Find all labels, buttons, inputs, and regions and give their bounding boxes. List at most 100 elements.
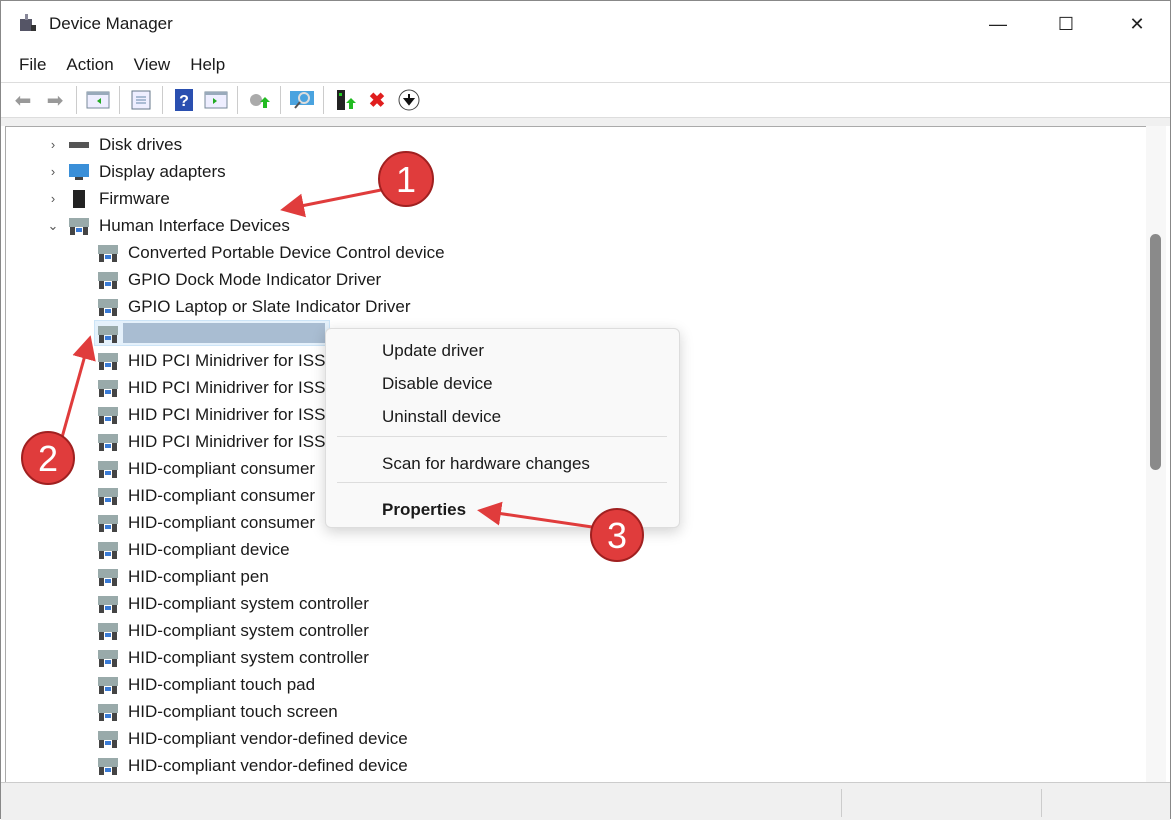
hid-device-icon xyxy=(96,647,120,668)
tree-category-firmware[interactable]: › Firmware xyxy=(6,185,606,212)
device-label: HID-compliant device xyxy=(128,539,290,559)
toolbar-separator xyxy=(323,86,324,114)
device-label: HID PCI Minidriver for ISS xyxy=(128,377,326,397)
tree-category-display-adapters[interactable]: › Display adapters xyxy=(6,158,606,185)
disable-device-icon[interactable] xyxy=(393,85,425,115)
help-icon[interactable]: ? xyxy=(168,85,200,115)
chevron-down-icon[interactable]: ⌄ xyxy=(46,218,60,234)
hid-device-icon xyxy=(96,323,120,344)
context-menu: Update driver Disable device Uninstall d… xyxy=(325,328,680,528)
show-action-pane-icon[interactable] xyxy=(200,85,232,115)
update-driver-icon[interactable] xyxy=(243,85,275,115)
status-bar xyxy=(1,782,1170,820)
properties-icon[interactable] xyxy=(125,85,157,115)
redacted-device-name xyxy=(123,323,325,343)
display-adapter-icon xyxy=(67,161,91,182)
device-label: HID-compliant touch screen xyxy=(128,701,338,721)
hid-device-icon xyxy=(96,728,120,749)
close-button[interactable]: ✕ xyxy=(1114,1,1160,48)
hid-device-icon xyxy=(96,350,120,371)
toolbar-separator xyxy=(76,86,77,114)
device-item[interactable]: GPIO Dock Mode Indicator Driver xyxy=(96,266,381,293)
hid-device-icon xyxy=(96,269,120,290)
device-label: HID PCI Minidriver for ISS xyxy=(128,431,326,451)
toolbar-separator xyxy=(119,86,120,114)
menu-item-uninstall-device[interactable]: Uninstall device xyxy=(382,407,501,427)
chevron-right-icon[interactable]: › xyxy=(46,164,60,179)
device-item[interactable]: HID PCI Minidriver for ISS xyxy=(96,347,325,374)
device-item[interactable]: HID-compliant touch screen xyxy=(96,698,338,725)
hid-device-icon xyxy=(96,377,120,398)
device-label: HID PCI Minidriver for ISS xyxy=(128,404,326,424)
hid-icon xyxy=(67,215,91,236)
back-icon[interactable]: ⬅ xyxy=(7,85,39,115)
hid-device-icon xyxy=(96,674,120,695)
category-label: Human Interface Devices xyxy=(99,215,290,235)
maximize-button[interactable]: ☐ xyxy=(1043,1,1089,48)
device-item[interactable]: HID-compliant pen xyxy=(96,563,269,590)
device-item[interactable]: HID-compliant vendor-defined device xyxy=(96,752,408,779)
category-label: Firmware xyxy=(99,188,170,208)
hid-device-icon xyxy=(96,242,120,263)
menu-file[interactable]: File xyxy=(9,48,56,82)
device-item[interactable]: HID PCI Minidriver for ISS xyxy=(96,374,325,401)
device-item[interactable]: HID PCI Minidriver for ISS xyxy=(96,401,325,428)
device-item[interactable]: HID-compliant vendor-defined device xyxy=(96,725,408,752)
menu-view[interactable]: View xyxy=(124,48,181,82)
show-hide-console-tree-icon[interactable] xyxy=(82,85,114,115)
hid-device-icon xyxy=(96,620,120,641)
device-label: HID-compliant system controller xyxy=(128,647,369,667)
menu-item-scan-hardware[interactable]: Scan for hardware changes xyxy=(382,454,590,474)
hid-device-icon xyxy=(96,755,120,776)
device-item[interactable]: HID-compliant device xyxy=(96,536,290,563)
device-item[interactable]: HID-compliant system controller xyxy=(96,617,369,644)
device-item[interactable]: HID PCI Minidriver for ISS xyxy=(96,428,325,455)
toolbar-separator xyxy=(237,86,238,114)
device-item[interactable]: HID-compliant consumer xyxy=(96,509,315,536)
toolbar-separator xyxy=(162,86,163,114)
hid-device-icon xyxy=(96,566,120,587)
menu-bar: File Action View Help xyxy=(1,48,1170,82)
device-label: Converted Portable Device Control device xyxy=(128,242,445,262)
chevron-right-icon[interactable]: › xyxy=(46,191,60,206)
device-item[interactable]: GPIO Laptop or Slate Indicator Driver xyxy=(96,293,411,320)
disk-drive-icon xyxy=(67,134,91,155)
forward-icon[interactable]: ➡ xyxy=(39,85,71,115)
vertical-scrollbar[interactable] xyxy=(1146,126,1166,782)
minimize-button[interactable]: — xyxy=(975,1,1021,48)
uninstall-device-icon[interactable]: ✖ xyxy=(361,85,393,115)
chevron-right-icon[interactable]: › xyxy=(46,137,60,152)
hid-device-icon xyxy=(96,296,120,317)
menu-item-properties[interactable]: Properties xyxy=(382,500,466,520)
menu-item-disable-device[interactable]: Disable device xyxy=(382,374,493,394)
hid-device-icon xyxy=(96,701,120,722)
device-item[interactable]: HID-compliant touch pad xyxy=(96,671,315,698)
device-item[interactable]: HID-compliant consumer xyxy=(96,482,315,509)
toolbar: ⬅ ➡ ? ✖ xyxy=(1,82,1170,118)
menu-item-update-driver[interactable]: Update driver xyxy=(382,341,484,361)
menu-action[interactable]: Action xyxy=(56,48,123,82)
scan-hardware-icon[interactable] xyxy=(286,85,318,115)
category-label: Display adapters xyxy=(99,161,226,181)
enable-device-icon[interactable] xyxy=(329,85,361,115)
category-label: Disk drives xyxy=(99,134,183,154)
device-item[interactable]: HID-compliant consumer xyxy=(96,455,315,482)
scrollbar-thumb[interactable] xyxy=(1150,234,1161,470)
device-label: HID-compliant pen xyxy=(128,566,269,586)
device-label: HID-compliant touch pad xyxy=(128,674,316,694)
device-item[interactable]: HID-compliant system controller xyxy=(96,644,369,671)
hid-device-icon xyxy=(96,593,120,614)
device-item[interactable]: Converted Portable Device Control device xyxy=(96,239,445,266)
device-item[interactable] xyxy=(96,320,128,347)
tree-category-disk-drives[interactable]: › Disk drives xyxy=(6,131,606,158)
hid-device-icon xyxy=(96,458,120,479)
hid-device-icon xyxy=(96,485,120,506)
hid-device-icon xyxy=(96,512,120,533)
menu-help[interactable]: Help xyxy=(180,48,235,82)
device-manager-app-icon xyxy=(20,14,36,31)
device-item[interactable]: HID-compliant system controller xyxy=(96,590,369,617)
device-label: HID-compliant vendor-defined device xyxy=(128,755,408,775)
device-label: HID-compliant consumer xyxy=(128,512,316,532)
tree-category-human-interface-devices[interactable]: ⌄ Human Interface Devices xyxy=(6,212,606,239)
device-manager-window: Device Manager — ☐ ✕ File Action View He… xyxy=(0,0,1171,820)
